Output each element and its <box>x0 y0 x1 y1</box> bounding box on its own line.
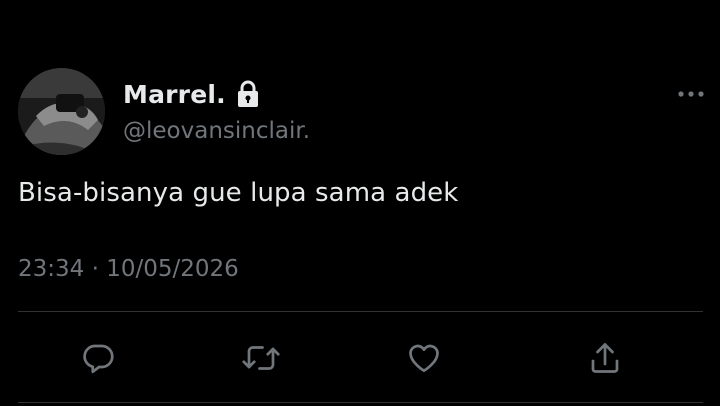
avatar[interactable] <box>18 68 105 155</box>
divider <box>18 311 703 312</box>
avatar-image <box>18 68 105 155</box>
divider <box>18 402 703 403</box>
more-button[interactable] <box>674 84 708 104</box>
lock-icon <box>236 80 260 108</box>
tweet-text: Bisa-bisanya gue lupa sama adek <box>18 178 459 208</box>
display-name[interactable]: Marrel. <box>123 80 226 109</box>
share-button[interactable] <box>585 338 625 378</box>
more-icon <box>678 91 704 97</box>
like-button[interactable] <box>404 338 444 378</box>
share-icon <box>591 343 619 373</box>
user-handle[interactable]: @leovansinclair. <box>123 118 310 144</box>
display-name-row: Marrel. <box>123 78 260 110</box>
reply-icon <box>83 344 114 374</box>
like-icon <box>409 344 439 373</box>
tweet-timestamp[interactable]: 23:34 · 10/05/2026 <box>18 256 239 282</box>
retweet-button[interactable] <box>241 338 281 378</box>
reply-button[interactable] <box>78 338 118 378</box>
retweet-icon <box>242 346 280 370</box>
tweet-detail: Marrel. @leovansinclair. Bisa-bisanya gu… <box>0 0 720 406</box>
